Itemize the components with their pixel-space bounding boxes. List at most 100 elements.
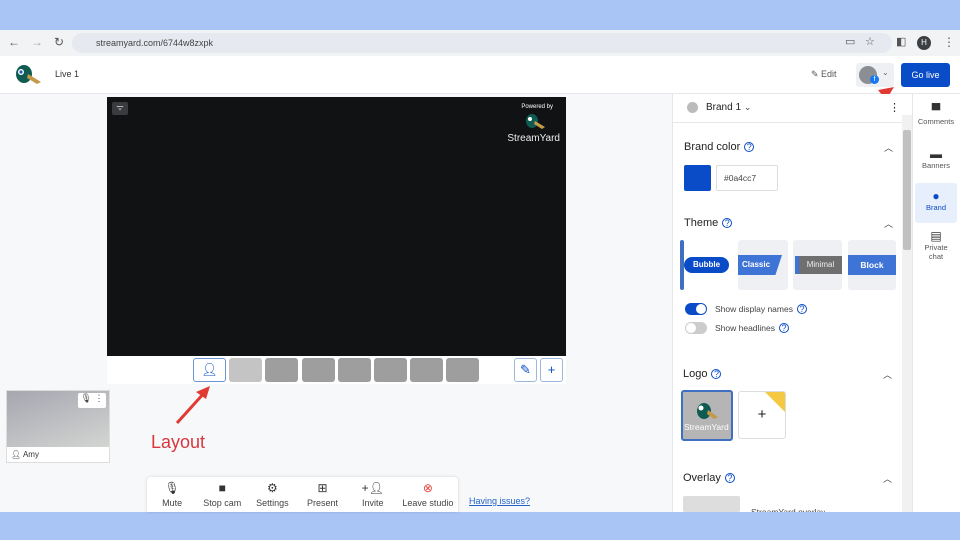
forward-icon[interactable]: → bbox=[31, 35, 43, 49]
help-icon[interactable]: ? bbox=[744, 142, 755, 152]
camera-icon[interactable]: ▭ bbox=[845, 35, 855, 48]
go-live-button[interactable]: Go live bbox=[901, 63, 950, 87]
more-options-icon[interactable]: ⋮ bbox=[889, 101, 900, 114]
profile-avatar[interactable]: H bbox=[917, 36, 931, 50]
stop-cam-button[interactable]: ■ Stop cam bbox=[197, 481, 247, 512]
help-icon[interactable]: ? bbox=[722, 218, 733, 228]
layout-split-button[interactable] bbox=[229, 358, 262, 382]
layout-screen-thin-button[interactable] bbox=[374, 358, 407, 382]
person-icon: 👤︎ bbox=[201, 362, 218, 377]
chevron-down-icon: ⌄ bbox=[743, 102, 752, 112]
more-icon: ⋮ bbox=[94, 393, 104, 403]
edit-layout-button[interactable]: ✎ bbox=[514, 358, 537, 382]
help-icon[interactable]: ? bbox=[711, 369, 722, 379]
address-bar[interactable]: streamyard.com/6744w8zxpk bbox=[72, 33, 892, 53]
nav-comments[interactable]: ▀ Comments bbox=[912, 103, 960, 126]
participant-name-text: Amy bbox=[22, 450, 39, 459]
theme-bubble[interactable]: Bubble bbox=[680, 240, 729, 290]
destination-selector[interactable]: f ⌄ bbox=[856, 63, 894, 87]
back-icon[interactable]: ← bbox=[8, 35, 20, 49]
streamyard-logo bbox=[16, 65, 41, 84]
layout-fullscreen-button[interactable] bbox=[446, 358, 479, 382]
layout-screen-side-button[interactable] bbox=[338, 358, 371, 382]
participant-controls[interactable]: 🎙︎ ⋮ bbox=[78, 393, 106, 408]
menu-icon[interactable]: ⋮ bbox=[943, 35, 955, 49]
palette-icon: ● bbox=[932, 189, 940, 203]
nav-comments-label: Comments bbox=[917, 117, 955, 126]
theme-title-text: Theme bbox=[684, 217, 719, 229]
overlay-thumbnail[interactable] bbox=[683, 496, 740, 512]
help-icon[interactable]: ? bbox=[724, 473, 735, 483]
brand-color-swatch[interactable] bbox=[684, 165, 711, 191]
studio-toolbar: 🎙︎ Mute ■ Stop cam ⚙ Settings ⊞ Present +👤︎ I… bbox=[147, 477, 458, 512]
palette-icon bbox=[687, 102, 698, 113]
broadcast-title[interactable]: Live 1 bbox=[55, 69, 79, 79]
settings-button[interactable]: ⚙ Settings bbox=[247, 481, 297, 512]
logo-brand-text: StreamYard bbox=[684, 422, 729, 432]
leave-studio-button[interactable]: ⊗ Leave studio bbox=[398, 481, 458, 512]
participant-card[interactable]: 🎙︎ ⋮ 👤︎ Amy bbox=[6, 390, 110, 463]
edit-label: Edit bbox=[821, 69, 837, 79]
help-icon[interactable]: ? bbox=[796, 304, 807, 314]
participant-name: 👤︎ Amy bbox=[11, 450, 39, 459]
theme-bubble-label: Bubble bbox=[684, 257, 729, 273]
theme-minimal-label: Minimal bbox=[795, 256, 842, 274]
scrollbar-thumb[interactable] bbox=[903, 130, 911, 250]
collapse-logo-icon[interactable]: ︿ bbox=[883, 368, 892, 381]
panel-scrollbar[interactable] bbox=[902, 115, 912, 512]
connection-icon[interactable]: ᯤ bbox=[112, 102, 128, 115]
having-issues-link[interactable]: Having issues? bbox=[469, 496, 530, 506]
logo-title-text: Logo bbox=[683, 368, 708, 380]
chat-icon: ▤ bbox=[930, 229, 942, 243]
stage-duck-logo bbox=[526, 114, 545, 129]
add-layout-button[interactable]: + bbox=[540, 358, 563, 382]
theme-title: Theme? bbox=[684, 217, 733, 229]
layout-group-button[interactable] bbox=[265, 358, 298, 382]
layout-leader-button[interactable] bbox=[302, 358, 335, 382]
overlay-title-text: Overlay bbox=[683, 472, 721, 484]
brand-selector[interactable]: Brand 1 ⌄ bbox=[706, 102, 751, 113]
present-icon: ⊞ bbox=[317, 481, 328, 495]
stage-canvas: ᯤ Powered by StreamYard bbox=[107, 97, 566, 356]
collapse-theme-icon[interactable]: ︿ bbox=[884, 217, 893, 230]
mute-button[interactable]: 🎙︎ Mute bbox=[147, 481, 197, 512]
present-button[interactable]: ⊞ Present bbox=[298, 481, 348, 512]
overlay-item-name: StreamYard overlay bbox=[751, 507, 826, 512]
collapse-brand-color-icon[interactable]: ︿ bbox=[884, 141, 893, 154]
collapse-overlay-icon[interactable]: ︿ bbox=[883, 472, 892, 485]
nav-brand[interactable]: ● Brand bbox=[915, 183, 957, 223]
layout-solo-button[interactable]: 👤︎ bbox=[193, 358, 226, 382]
nav-private-chat[interactable]: ▤ Private chat bbox=[912, 229, 960, 261]
invite-button[interactable]: +👤︎ Invite bbox=[348, 481, 398, 512]
nav-banners[interactable]: ▬ Banners bbox=[912, 147, 960, 170]
invite-label: Invite bbox=[361, 498, 384, 508]
nav-brand-label: Brand bbox=[925, 203, 946, 212]
theme-classic-label: Classic bbox=[738, 255, 782, 275]
reload-icon[interactable]: ↻ bbox=[54, 35, 64, 49]
help-icon[interactable]: ? bbox=[779, 323, 790, 333]
nav-banners-label: Banners bbox=[922, 161, 950, 170]
sidepanel-icon[interactable]: ◧ bbox=[896, 35, 906, 48]
show-headlines-text: Show headlines bbox=[715, 323, 776, 333]
theme-minimal[interactable]: Minimal bbox=[793, 240, 842, 290]
brand-color-input[interactable]: #0a4cc7 bbox=[716, 165, 778, 191]
brand-color-title: Brand color? bbox=[684, 141, 755, 153]
theme-block[interactable]: Block bbox=[848, 240, 896, 290]
plus-icon: + bbox=[547, 362, 556, 377]
logo-streamyard[interactable]: StreamYard bbox=[681, 390, 733, 441]
add-logo-button[interactable]: + bbox=[738, 391, 786, 439]
mute-label: Mute bbox=[162, 498, 183, 508]
layout-bar bbox=[107, 356, 566, 384]
layout-annotation: Layout bbox=[151, 432, 206, 452]
nav-private-chat-label: Private chat bbox=[924, 243, 948, 261]
theme-classic[interactable]: Classic bbox=[738, 240, 788, 290]
star-icon[interactable]: ☆ bbox=[865, 35, 875, 48]
show-headlines-label: Show headlines? bbox=[715, 323, 790, 333]
banner-icon: ▬ bbox=[930, 147, 942, 161]
layout-pip-button[interactable] bbox=[410, 358, 443, 382]
edit-button[interactable]: ✎ Edit bbox=[811, 69, 837, 80]
show-display-names-toggle[interactable] bbox=[685, 303, 707, 315]
show-headlines-toggle[interactable] bbox=[685, 322, 707, 334]
gear-icon: ⚙ bbox=[267, 481, 278, 495]
show-display-names-label: Show display names? bbox=[715, 304, 807, 314]
